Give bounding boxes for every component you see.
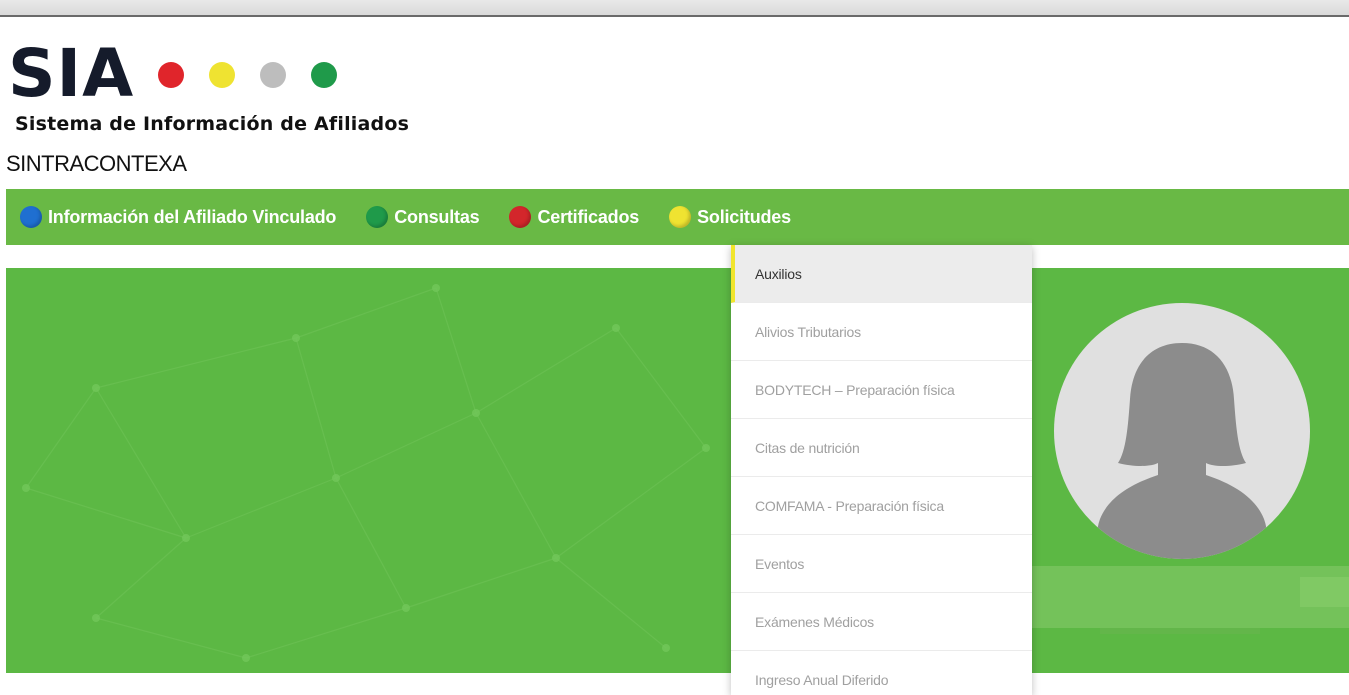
nav-dot-blue-icon <box>20 206 42 228</box>
hero-user-info-accent <box>1300 577 1349 607</box>
menu-item-alivios-tributarios[interactable]: Alivios Tributarios <box>731 303 1032 361</box>
nav-item-label: Consultas <box>394 206 480 227</box>
logo-text: SIA <box>8 35 135 112</box>
logo-dot-gray <box>260 62 286 88</box>
nav-item-label: Información del Afiliado Vinculado <box>48 206 337 227</box>
hero-user-info-line <box>1100 628 1260 634</box>
top-divider <box>0 15 1349 17</box>
menu-item-examenes-medicos[interactable]: Exámenes Médicos <box>731 593 1032 651</box>
menu-item-bodytech[interactable]: BODYTECH – Preparación física <box>731 361 1032 419</box>
nav-item-solicitudes[interactable]: Solicitudes <box>669 206 791 228</box>
nav-item-label: Certificados <box>537 206 640 227</box>
logo-dot-red <box>158 62 184 88</box>
top-browser-strip <box>0 0 1349 15</box>
menu-item-ingreso-anual-diferido[interactable]: Ingreso Anual Diferido <box>731 651 1032 695</box>
avatar[interactable] <box>1054 303 1310 559</box>
menu-item-citas-nutricion[interactable]: Citas de nutrición <box>731 419 1032 477</box>
nav-item-consultas[interactable]: Consultas <box>366 206 480 228</box>
org-name: SINTRACONTEXA <box>6 151 187 176</box>
menu-item-eventos[interactable]: Eventos <box>731 535 1032 593</box>
app-subtitle: Sistema de Información de Afiliados <box>15 113 410 135</box>
nav-item-label: Solicitudes <box>697 206 791 227</box>
solicitudes-dropdown-menu: Auxilios Alivios Tributarios BODYTECH – … <box>731 245 1032 695</box>
nav-item-afiliado[interactable]: Información del Afiliado Vinculado <box>20 206 336 228</box>
menu-item-comfama[interactable]: COMFAMA - Preparación física <box>731 477 1032 535</box>
logo-dot-yellow <box>209 62 235 88</box>
main-nav: Información del Afiliado Vinculado Consu… <box>6 189 1349 245</box>
menu-item-auxilios[interactable]: Auxilios <box>731 245 1032 303</box>
nav-dot-yellow-icon <box>669 206 692 228</box>
user-silhouette-icon <box>1097 343 1267 559</box>
logo-dot-green <box>311 62 337 88</box>
nav-dot-red-icon <box>509 206 532 228</box>
nav-item-certificados[interactable]: Certificados <box>509 206 639 228</box>
nav-dot-green-icon <box>366 206 389 228</box>
